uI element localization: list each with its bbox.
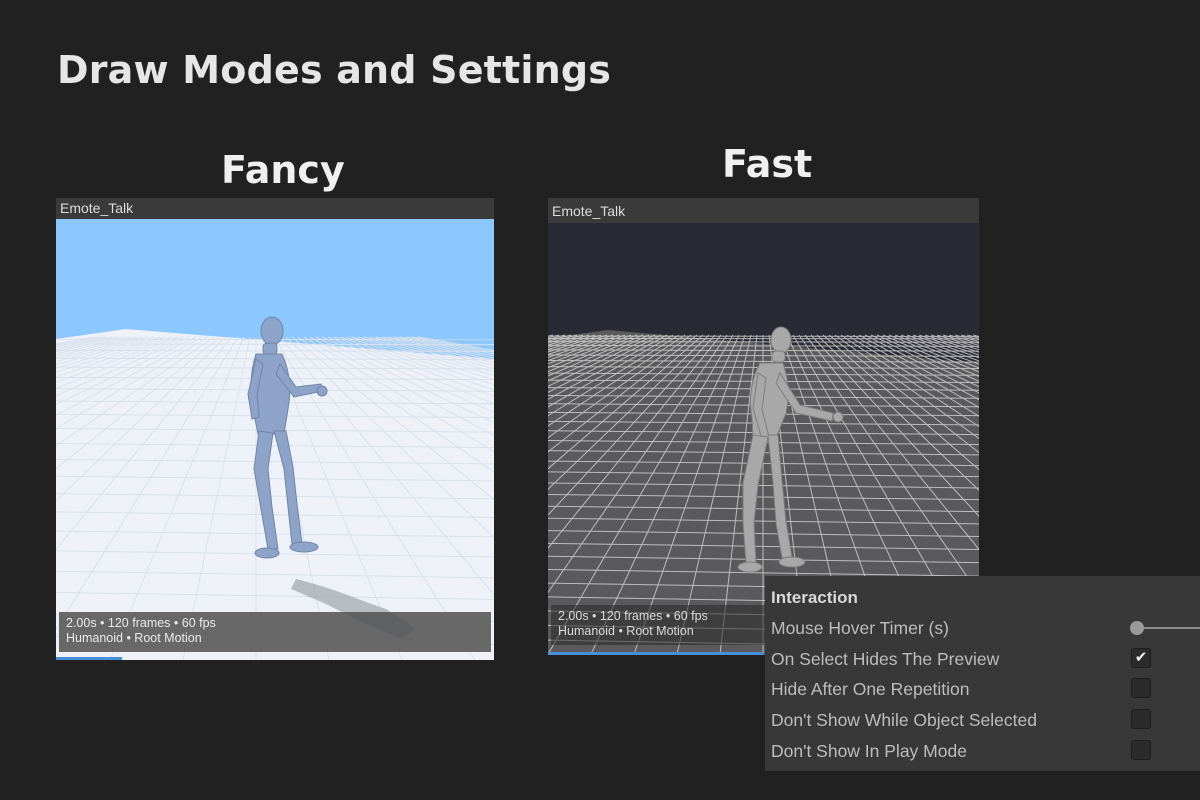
setting-dont-show-while-object-selected: Don't Show While Object Selected xyxy=(771,706,1196,734)
clip-info-box: 2.00s • 120 frames • 60 fps Humanoid • R… xyxy=(59,612,491,652)
playback-progress-fill xyxy=(56,657,122,660)
setting-label: Mouse Hover Timer (s) xyxy=(771,618,949,638)
setting-dont-show-in-play-mode: Don't Show In Play Mode xyxy=(771,737,1196,765)
hover-timer-slider-knob[interactable] xyxy=(1130,621,1144,635)
hover-timer-slider-track[interactable] xyxy=(1137,627,1200,629)
dont-show-in-play-mode-checkbox[interactable] xyxy=(1131,740,1151,760)
checkmark-icon: ✔ xyxy=(1134,649,1148,666)
setting-label: Don't Show In Play Mode xyxy=(771,741,967,761)
playback-progress-bar[interactable] xyxy=(56,657,494,660)
clip-type: Humanoid • Root Motion xyxy=(66,631,202,645)
preview-panel-fancy[interactable]: Emote_Talk 2.00s • 120 frames • 60 fps H… xyxy=(56,198,494,660)
setting-mouse-hover-timer: Mouse Hover Timer (s) xyxy=(771,614,1200,642)
setting-on-select-hides-preview: On Select Hides The Preview ✔ xyxy=(771,645,1196,673)
hide-after-one-repetition-checkbox[interactable] xyxy=(1131,678,1151,698)
settings-section-title: Interaction xyxy=(771,588,858,607)
setting-label: Hide After One Repetition xyxy=(771,679,970,699)
setting-hide-after-one-repetition: Hide After One Repetition xyxy=(771,675,1196,703)
mode-title-fancy: Fancy xyxy=(221,148,345,192)
panel-header: Emote_Talk xyxy=(548,198,979,223)
setting-label: Don't Show While Object Selected xyxy=(771,710,1037,730)
interaction-settings-panel: Interaction Mouse Hover Timer (s) On Sel… xyxy=(765,576,1200,771)
dont-show-while-selected-checkbox[interactable] xyxy=(1131,709,1151,729)
clip-stats: 2.00s • 120 frames • 60 fps xyxy=(66,616,216,630)
panel-header: Emote_Talk xyxy=(56,198,494,219)
preview-viewport[interactable]: 2.00s • 120 frames • 60 fps Humanoid • R… xyxy=(56,219,494,660)
playback-progress-fill xyxy=(548,652,764,655)
mode-title-fast: Fast xyxy=(722,142,813,186)
setting-label: On Select Hides The Preview xyxy=(771,649,1000,669)
page-title: Draw Modes and Settings xyxy=(57,48,612,92)
fancy-scene xyxy=(56,219,494,660)
on-select-hides-preview-checkbox[interactable]: ✔ xyxy=(1131,648,1151,668)
